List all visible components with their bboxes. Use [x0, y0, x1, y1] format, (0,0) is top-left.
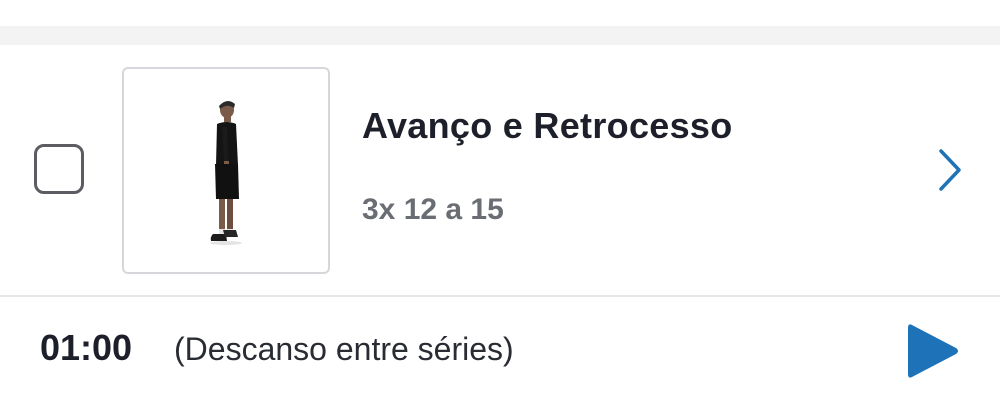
top-spacer — [0, 0, 1000, 26]
rest-timer-value: 01:00 — [40, 327, 133, 368]
rest-row: 01:00 (Descanso entre séries) — [0, 297, 1000, 400]
exercise-title: Avanço e Retrocesso — [362, 105, 733, 146]
play-icon[interactable] — [906, 321, 960, 381]
chevron-right-icon[interactable] — [932, 147, 968, 193]
exercise-sets-reps: 3x 12 a 15 — [362, 193, 504, 226]
exercise-row[interactable]: Avanço e Retrocesso 3x 12 a 15 — [0, 45, 1000, 295]
exercise-thumbnail[interactable] — [122, 67, 330, 274]
section-separator — [0, 26, 1000, 45]
person-standing-icon — [210, 100, 242, 245]
exercise-complete-checkbox[interactable] — [34, 144, 84, 194]
rest-label: (Descanso entre séries) — [174, 331, 514, 367]
workout-exercise-card: Avanço e Retrocesso 3x 12 a 15 01:00 (De… — [0, 0, 1000, 400]
